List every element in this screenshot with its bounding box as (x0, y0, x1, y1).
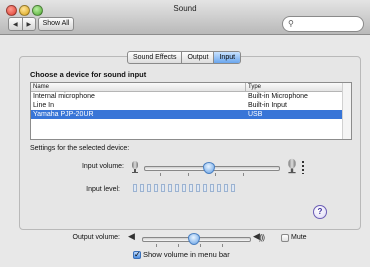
sound-waves-icon: ))) (259, 233, 265, 242)
input-level-meter (133, 184, 235, 192)
tab-output[interactable]: Output (181, 52, 213, 63)
level-segment (210, 184, 214, 192)
device-name: Line In (33, 102, 55, 109)
tab-bar: Sound Effects Output Input (127, 51, 242, 64)
column-header-type[interactable]: Type (246, 83, 347, 91)
input-volume-label: Input volume: (81, 163, 124, 170)
output-volume-slider[interactable] (142, 233, 251, 245)
slider-tick (215, 173, 216, 176)
window-title: Sound (173, 4, 197, 13)
show-volume-checkbox[interactable] (133, 250, 141, 259)
device-type: USB (248, 111, 263, 118)
show-all-button[interactable]: Show All (38, 17, 74, 31)
slider-tick (160, 173, 161, 176)
slider-tick (222, 244, 223, 247)
output-volume-label: Output volume: (72, 234, 120, 241)
device-table: Name Type Internal microphone Built-in M… (30, 82, 352, 140)
device-name: Yamaha PJP-20UR (33, 111, 94, 118)
back-button[interactable]: ◀ (9, 18, 22, 30)
level-segment (154, 184, 158, 192)
slider-tick (188, 173, 189, 176)
settings-heading: Settings for the selected device: (30, 145, 130, 152)
table-header: Name Type (31, 83, 351, 92)
level-dots-icon (302, 161, 304, 174)
slider-tick (178, 244, 179, 247)
speaker-low-icon: ◀ (128, 231, 135, 241)
table-row-selected[interactable]: Yamaha PJP-20UR USB (31, 110, 351, 119)
forward-button[interactable]: ▶ (21, 18, 36, 30)
level-segment (168, 184, 172, 192)
device-type: Built-in Input (248, 102, 287, 109)
microphone-low-icon (132, 161, 138, 173)
tab-input[interactable]: Input (213, 52, 241, 63)
navigation-buttons: ◀ ▶ (8, 17, 36, 31)
level-segment (147, 184, 151, 192)
search-field[interactable]: ⚲ (282, 16, 364, 32)
choose-device-heading: Choose a device for sound input (30, 70, 147, 79)
microphone-high-icon (288, 158, 296, 174)
table-row[interactable]: Line In Built-in Input (31, 101, 351, 110)
show-volume-label: Show volume in menu bar (143, 250, 230, 259)
level-segment (231, 184, 235, 192)
slider-tick (156, 244, 157, 247)
table-scrollbar[interactable] (342, 83, 351, 139)
mute-label: Mute (291, 234, 307, 241)
level-segment (224, 184, 228, 192)
table-row[interactable]: Internal microphone Built-in Microphone (31, 92, 351, 101)
tab-sound-effects[interactable]: Sound Effects (128, 52, 181, 63)
level-segment (217, 184, 221, 192)
level-segment (161, 184, 165, 192)
search-icon: ⚲ (288, 19, 294, 28)
level-segment (182, 184, 186, 192)
slider-tick (200, 244, 201, 247)
help-icon[interactable]: ? (313, 205, 327, 219)
level-segment (175, 184, 179, 192)
mute-checkbox[interactable] (281, 234, 289, 242)
device-name: Internal microphone (33, 93, 95, 100)
title-bar: Sound ◀ ▶ Show All ⚲ (0, 0, 370, 35)
level-segment (140, 184, 144, 192)
input-volume-slider[interactable] (144, 162, 280, 174)
slider-tick (243, 173, 244, 176)
output-volume-knob[interactable] (188, 233, 201, 245)
level-segment (203, 184, 207, 192)
column-header-name[interactable]: Name (31, 83, 246, 91)
level-segment (189, 184, 193, 192)
device-type: Built-in Microphone (248, 93, 308, 100)
level-segment (196, 184, 200, 192)
input-level-label: Input level: (86, 186, 120, 193)
level-segment (133, 184, 137, 192)
